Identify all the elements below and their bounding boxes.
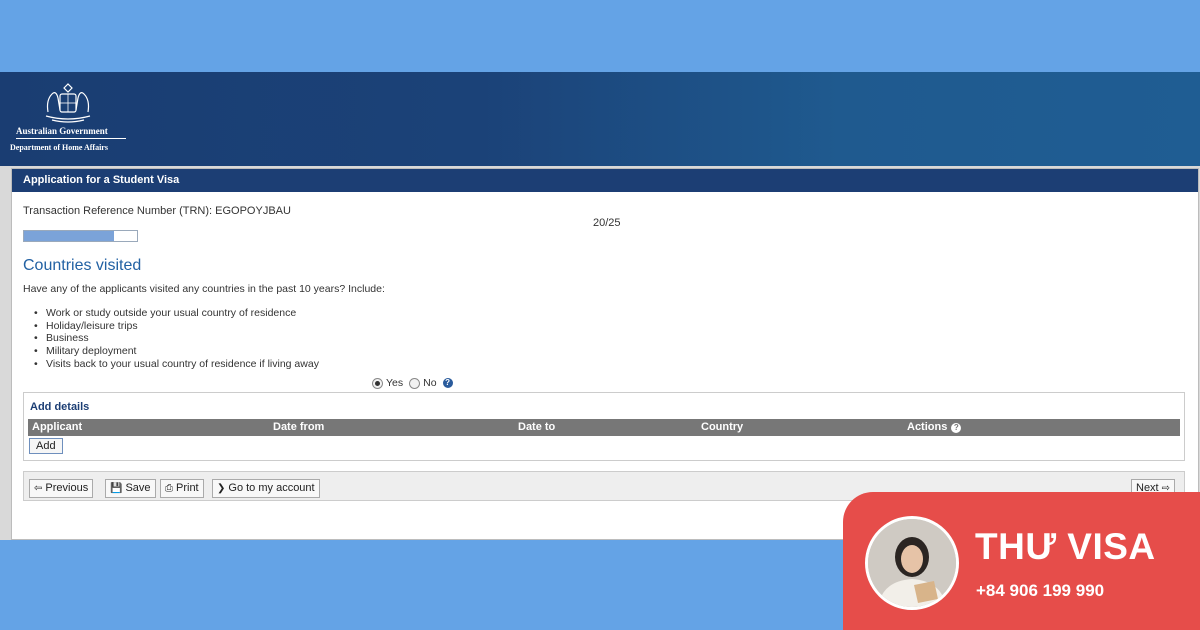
- trn-label: Transaction Reference Number (TRN): EGOP…: [23, 205, 291, 217]
- printer-icon: ⎙: [165, 483, 173, 494]
- column-country: Country: [701, 421, 744, 433]
- government-header: Australian Government Department of Home…: [0, 72, 1200, 166]
- chevron-right-icon: ❯: [217, 483, 226, 494]
- previous-button[interactable]: ⇦ Previous: [29, 479, 94, 498]
- section-heading: Countries visited: [23, 257, 142, 274]
- phone-number: +84 906 199 990: [976, 581, 1105, 600]
- add-button[interactable]: Add: [29, 438, 63, 454]
- government-name: Australian Government: [16, 126, 126, 139]
- add-details-title: Add details: [30, 401, 90, 413]
- save-icon: 💾: [110, 483, 123, 494]
- question-text: Have any of the applicants visited any c…: [23, 283, 385, 295]
- print-label: Print: [176, 482, 199, 494]
- list-item: Work or study outside your usual country…: [34, 307, 319, 320]
- print-button[interactable]: ⎙ Print: [160, 479, 204, 498]
- column-actions-label: Actions: [907, 421, 948, 433]
- visited-radio-group: Yes No ?: [372, 377, 453, 389]
- add-details-section: Add details Applicant Date from Date to …: [23, 392, 1185, 461]
- list-item: Business: [34, 332, 319, 345]
- no-radio[interactable]: [409, 377, 421, 389]
- go-to-account-button[interactable]: ❯ Go to my account: [212, 479, 320, 498]
- question-circle-icon[interactable]: ?: [951, 423, 962, 433]
- page-counter: 20/25: [593, 217, 621, 229]
- progress-fill: [24, 231, 115, 241]
- column-actions: Actions ?: [907, 421, 962, 433]
- details-table-header: Applicant Date from Date to Country Acti…: [28, 419, 1180, 436]
- yes-label: Yes: [386, 377, 404, 389]
- department-name: Department of Home Affairs: [10, 143, 108, 152]
- brand-name: THƯ VISA: [975, 526, 1156, 567]
- list-item: Military deployment: [34, 345, 319, 358]
- form-panel: Application for a Student Visa Transacti…: [11, 168, 1199, 540]
- browser-screenshot: Australian Government Department of Home…: [0, 72, 1200, 540]
- list-item: Holiday/leisure trips: [34, 320, 319, 333]
- previous-label: Previous: [45, 482, 89, 494]
- include-list: Work or study outside your usual country…: [34, 307, 319, 371]
- arrow-left-icon: ⇦: [34, 483, 43, 494]
- column-date-to: Date to: [518, 421, 556, 433]
- save-label: Save: [125, 482, 151, 494]
- contact-badge: THƯ VISA +84 906 199 990: [843, 492, 1200, 630]
- yes-radio[interactable]: [372, 377, 383, 389]
- profile-photo: [868, 519, 956, 607]
- progress-bar: [23, 230, 138, 242]
- question-circle-icon[interactable]: ?: [442, 378, 453, 388]
- avatar: [865, 516, 959, 610]
- form-title: Application for a Student Visa: [12, 169, 1198, 192]
- column-date-from: Date from: [273, 421, 325, 433]
- no-label: No: [423, 377, 437, 389]
- save-button[interactable]: 💾 Save: [105, 479, 156, 498]
- account-label: Go to my account: [228, 482, 315, 494]
- list-item: Visits back to your usual country of res…: [34, 358, 319, 371]
- coat-of-arms-logo: [45, 83, 91, 123]
- column-applicant: Applicant: [32, 421, 83, 433]
